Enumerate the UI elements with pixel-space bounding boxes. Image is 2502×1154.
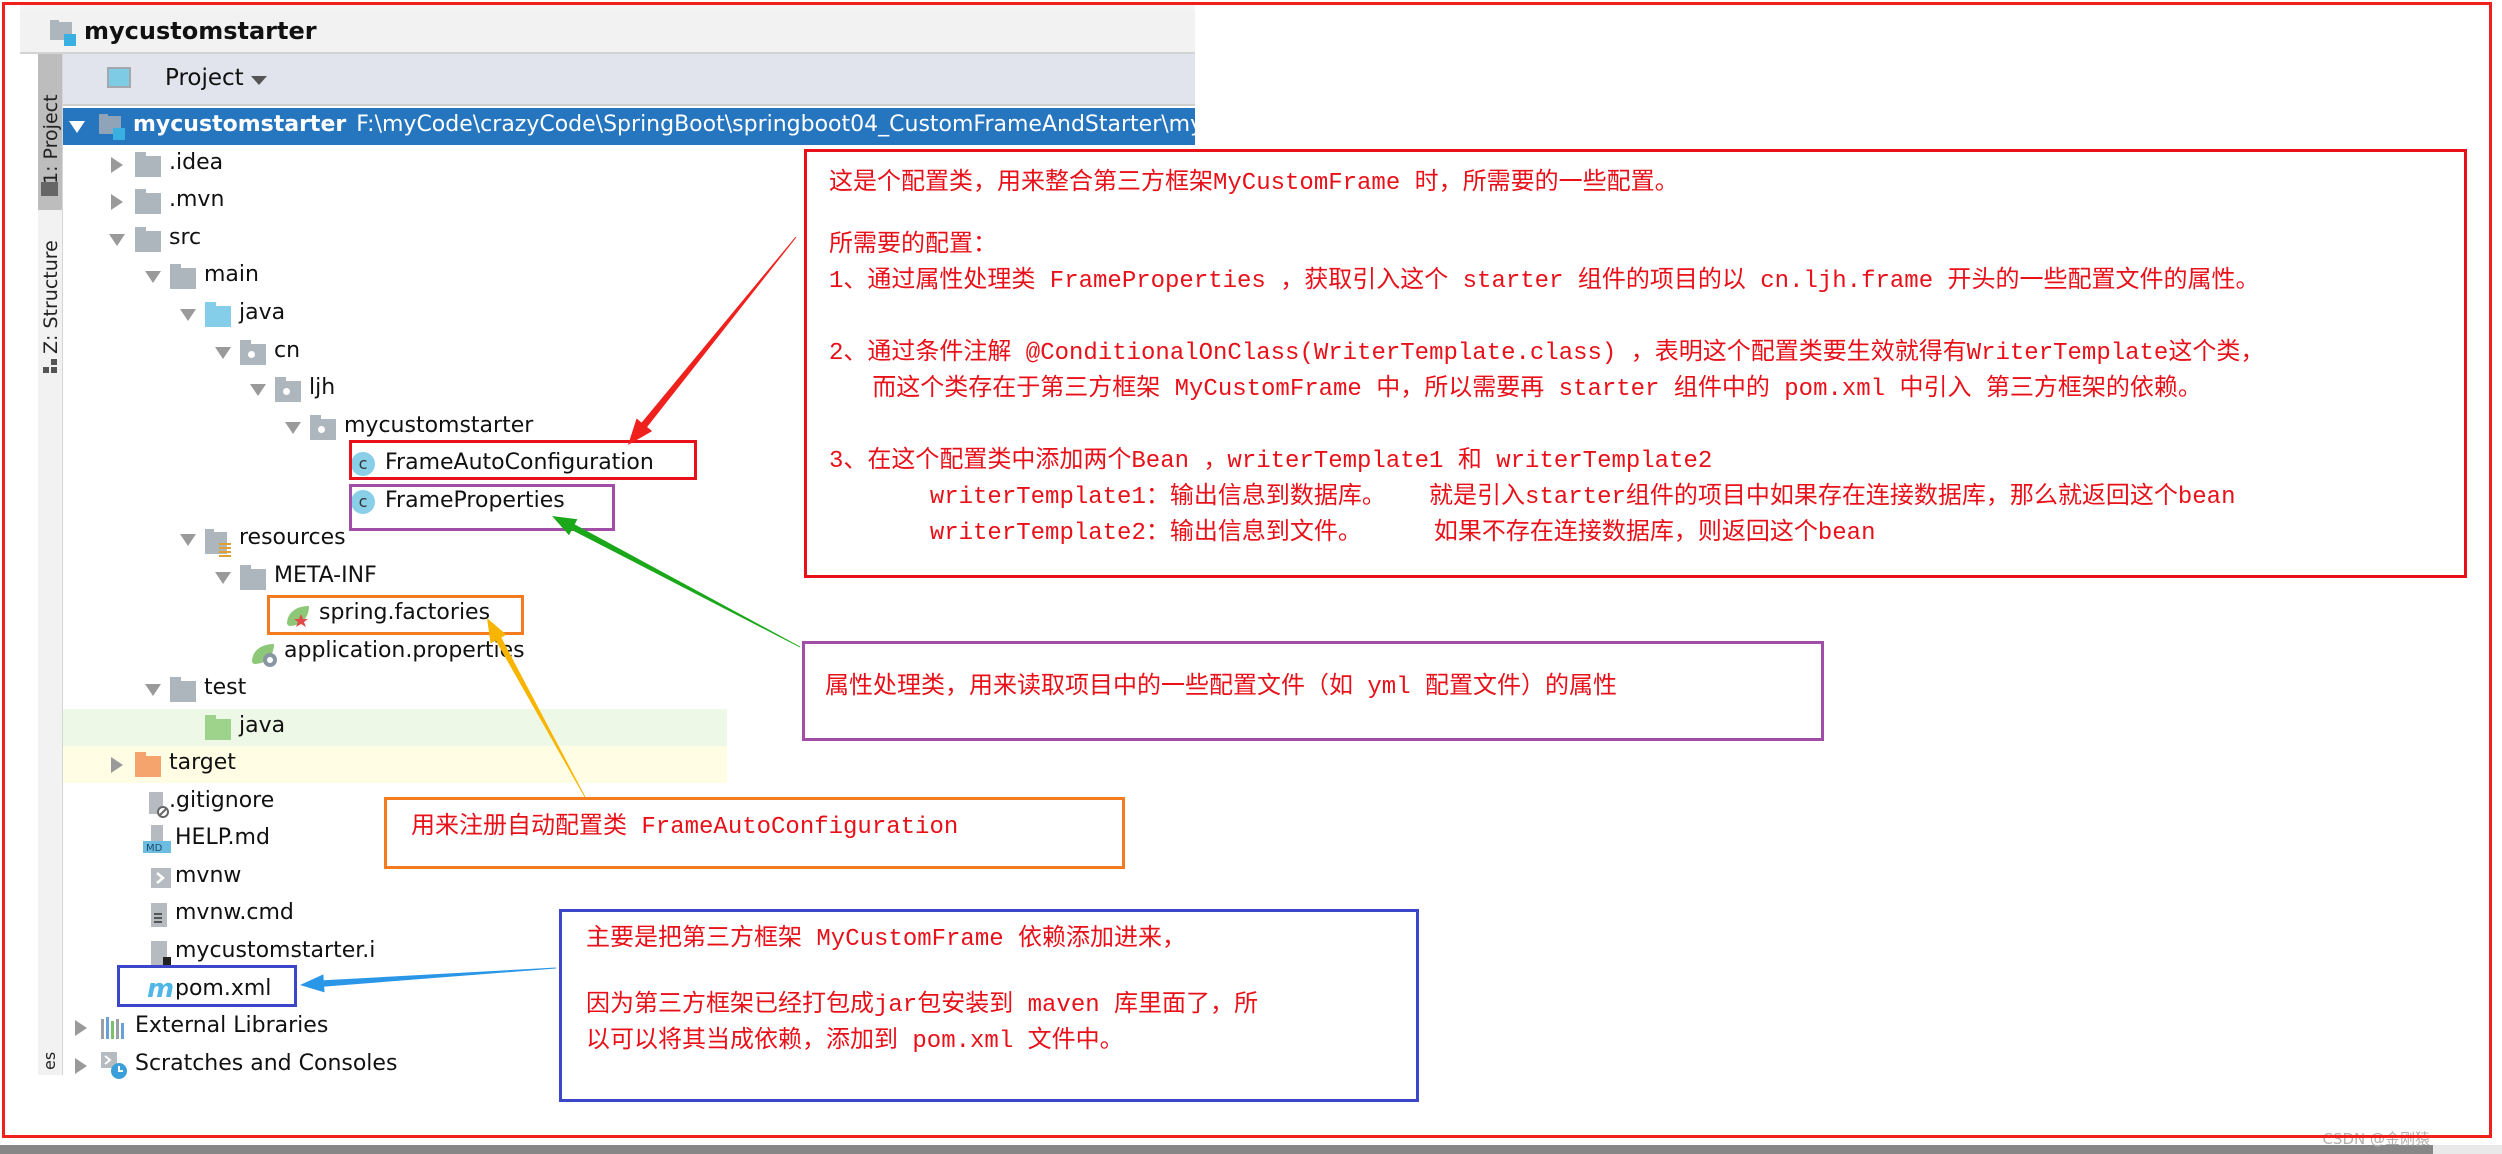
collapse-arrow-icon[interactable] xyxy=(180,534,196,546)
collapse-arrow-icon[interactable] xyxy=(180,309,196,321)
tree-root-row[interactable]: mycustomstarter F:\myCode\crazyCode\Sprin… xyxy=(63,108,1241,146)
horizontal-scrollbar-track[interactable] xyxy=(0,1145,2433,1154)
expand-arrow-icon[interactable] xyxy=(111,757,123,773)
title-bar: mycustomstarter xyxy=(20,12,1195,54)
callout-config-class: 这是个配置类，用来整合第三方框架MyCustomFrame 时，所需要的一些配置… xyxy=(804,149,2467,578)
project-view-toolbar: Project xyxy=(63,54,1195,106)
highlight-frame-auto-configuration xyxy=(349,440,697,480)
project-module-icon xyxy=(50,20,78,52)
tree-item[interactable]: java xyxy=(63,709,727,746)
project-view-icon xyxy=(107,67,131,88)
watermark: CSDN @金刚猿 xyxy=(2322,1130,2430,1148)
structure-icon xyxy=(42,359,58,379)
expand-arrow-icon[interactable] xyxy=(111,157,123,173)
resources-folder-icon xyxy=(205,529,235,561)
highlight-pom-xml xyxy=(117,965,297,1007)
text-file-icon xyxy=(151,901,171,933)
collapse-arrow-icon[interactable] xyxy=(145,271,161,283)
chevron-down-icon[interactable] xyxy=(251,76,267,85)
expand-arrow-icon[interactable] xyxy=(75,1020,87,1036)
collapse-arrow-icon[interactable] xyxy=(109,234,125,246)
side-tab-favorites[interactable]: es xyxy=(38,1044,62,1074)
collapse-arrow-icon[interactable] xyxy=(145,684,161,696)
markdown-file-icon: MD xyxy=(143,825,171,859)
project-view-selector[interactable]: Project xyxy=(165,65,244,91)
shell-script-icon xyxy=(151,868,173,894)
expand-arrow-icon[interactable] xyxy=(75,1058,87,1074)
callout-properties-class: 属性处理类，用来读取项目中的一些配置文件（如 yml 配置文件）的属性 xyxy=(802,641,1824,741)
left-tool-strip: 1: Project Z: Structure es xyxy=(38,54,63,1075)
tree-item[interactable]: target xyxy=(63,746,727,783)
svg-text:MD: MD xyxy=(146,843,163,854)
callout-pom: 主要是把第三方框架 MyCustomFrame 依赖添加进来， 因为第三方框架已… xyxy=(559,909,1419,1102)
collapse-arrow-icon[interactable] xyxy=(215,572,231,584)
highlight-spring-factories xyxy=(267,595,524,635)
root-name: mycustomstarter xyxy=(133,112,347,137)
callout-spring-factories: 用来注册自动配置类 FrameAutoConfiguration xyxy=(384,797,1125,869)
expand-arrow-icon[interactable] xyxy=(69,121,85,133)
highlight-frame-properties xyxy=(349,484,615,531)
libraries-icon xyxy=(101,1017,127,1045)
project-title: mycustomstarter xyxy=(84,17,317,45)
gitignore-file-icon xyxy=(147,790,171,822)
folder-icon xyxy=(41,182,58,196)
expand-arrow-icon[interactable] xyxy=(111,194,123,210)
collapse-arrow-icon[interactable] xyxy=(215,347,231,359)
side-tab-structure[interactable]: Z: Structure xyxy=(38,224,62,374)
spring-properties-icon xyxy=(250,640,280,672)
collapse-arrow-icon[interactable] xyxy=(250,384,266,396)
collapse-arrow-icon[interactable] xyxy=(285,422,301,434)
project-module-icon xyxy=(99,114,127,146)
root-path: F:\myCode\crazyCode\SpringBoot\springboo… xyxy=(356,112,1241,137)
tree-item-spring-factories[interactable]: spring.factories xyxy=(63,596,1195,633)
side-tab-project[interactable]: 1: Project xyxy=(38,54,62,210)
scratches-icon xyxy=(101,1052,129,1084)
